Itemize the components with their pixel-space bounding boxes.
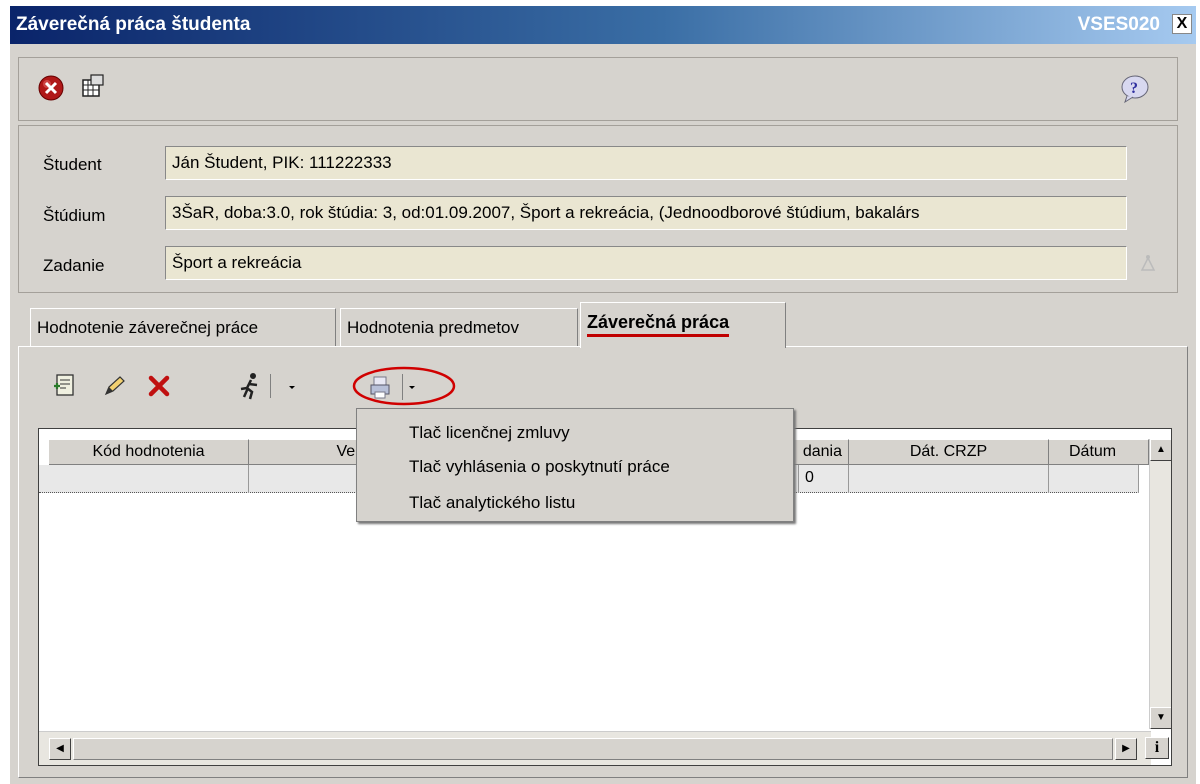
close-button[interactable]: X	[1172, 14, 1192, 34]
form-code: VSES020	[1077, 14, 1160, 35]
student-label: Študent	[43, 155, 102, 174]
print-menu: Tlač licenčnej zmluvy Tlač vyhlásenia o …	[356, 408, 794, 522]
cell-date	[1049, 465, 1139, 493]
run-action-icon[interactable]	[236, 372, 264, 400]
study-field[interactable]: 3ŠaR, doba:3.0, rok štúdia: 3, od:01.09.…	[165, 196, 1127, 230]
assignment-detail-icon[interactable]	[1137, 252, 1159, 274]
scroll-up-icon[interactable]: ▲	[1150, 439, 1171, 461]
col-header-crzp[interactable]: Dát. CRZP	[849, 439, 1049, 465]
tab-thesis[interactable]: Záverečná práca	[580, 302, 786, 348]
info-icon[interactable]: i	[1145, 737, 1169, 759]
edit-pencil-icon[interactable]	[102, 374, 128, 398]
vertical-scrollbar[interactable]: ▲ ▼	[1149, 439, 1171, 729]
assignment-field[interactable]: Šport a rekreácia	[165, 246, 1127, 280]
toolbar-separator	[270, 374, 271, 398]
cell-crzp	[849, 465, 1049, 493]
help-icon[interactable]: ?	[1119, 74, 1151, 104]
col-header-code[interactable]: Kód hodnotenia	[49, 439, 249, 465]
horizontal-scrollbar[interactable]: ◀ ▶	[39, 731, 1151, 765]
cell-dania: 0	[799, 465, 849, 493]
tab-subject-evaluations[interactable]: Hodnotenia predmetov	[340, 308, 578, 346]
tab-thesis-evaluation[interactable]: Hodnotenie záverečnej práce	[30, 308, 336, 346]
title-bar: Záverečná práca študenta VSES020 X	[10, 6, 1196, 44]
student-field[interactable]: Ján Študent, PIK: 111222333	[165, 146, 1127, 180]
student-info-panel: Študent Ján Študent, PIK: 111222333 Štúd…	[18, 125, 1178, 293]
svg-text:?: ?	[1130, 80, 1138, 97]
window-title: Záverečná práca študenta	[16, 14, 251, 35]
run-dropdown-chevron-down-icon[interactable]	[286, 382, 298, 392]
scroll-left-icon[interactable]: ◀	[49, 738, 71, 760]
menu-item-declaration[interactable]: Tlač vyhlásenia o poskytnutí práce	[409, 457, 670, 477]
scroll-thumb[interactable]	[73, 738, 1113, 760]
menu-item-license[interactable]: Tlač licenčnej zmluvy	[409, 423, 570, 443]
scroll-down-icon[interactable]: ▼	[1150, 707, 1171, 729]
study-label: Štúdium	[43, 206, 106, 225]
assignment-label: Zadanie	[43, 256, 105, 275]
exit-icon[interactable]	[37, 74, 65, 102]
highlight-circle	[352, 366, 456, 406]
menu-item-analytic-sheet[interactable]: Tlač analytického listu	[409, 493, 575, 513]
delete-icon[interactable]	[146, 374, 172, 398]
top-toolbar: ?	[18, 57, 1178, 121]
new-record-icon[interactable]	[52, 372, 78, 398]
grid-icon[interactable]	[79, 72, 107, 100]
cell-code	[49, 465, 249, 493]
tab-thesis-label: Záverečná práca	[587, 312, 730, 337]
scroll-right-icon[interactable]: ▶	[1115, 738, 1137, 760]
col-header-date[interactable]: Dátum	[1049, 439, 1149, 465]
